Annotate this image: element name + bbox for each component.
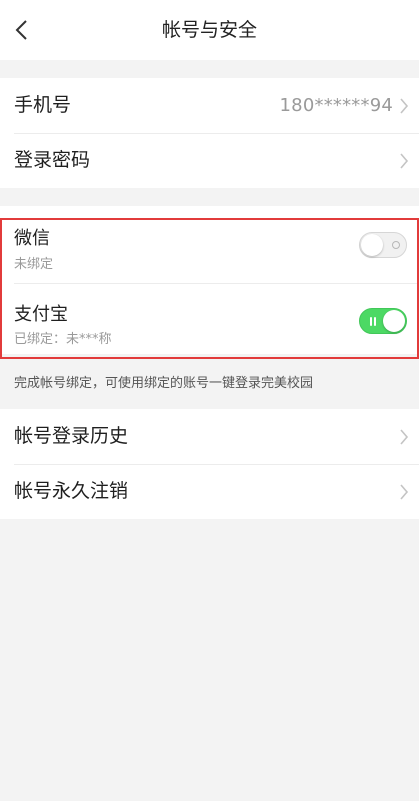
chevron-right-icon [400,484,409,500]
delete-account-row[interactable]: 帐号永久注销 [0,464,419,519]
password-row[interactable]: 登录密码 [0,133,419,188]
page-title: 帐号与安全 [161,19,257,41]
wechat-row: 微信 未绑定 [0,206,419,280]
wechat-toggle[interactable] [359,232,407,258]
login-history-row[interactable]: 帐号登录历史 [0,409,419,464]
chevron-right-icon [400,429,409,445]
alipay-status: 已绑定：未***称 [14,332,112,347]
phone-value: 180******94 [279,95,393,116]
phone-label: 手机号 [14,94,72,116]
alipay-label: 支付宝 [14,304,68,325]
alipay-toggle[interactable] [359,308,407,334]
toggle-knob [383,310,405,332]
chevron-right-icon [400,153,409,169]
on-mark-icon [374,317,376,326]
chevron-right-icon [400,98,409,114]
login-history-label: 帐号登录历史 [14,425,129,447]
delete-account-label: 帐号永久注销 [14,480,129,502]
binding-group: 微信 未绑定 支付宝 已绑定：未***称 [0,206,419,354]
phone-row[interactable]: 手机号 180******94 [0,78,419,133]
password-label: 登录密码 [14,149,91,171]
wechat-label: 微信 [14,228,50,249]
top-bar: 帐号与安全 [0,0,419,60]
wechat-status: 未绑定 [14,257,54,272]
toggle-knob [361,234,383,256]
history-group: 帐号登录历史 帐号永久注销 [0,409,419,519]
alipay-row: 支付宝 已绑定：未***称 [0,284,419,358]
off-mark-icon [392,241,400,249]
account-group: 手机号 180******94 登录密码 [0,78,419,188]
on-mark-icon [370,317,372,326]
binding-note: 完成帐号绑定，可使用绑定的账号一键登录完美校园 [14,376,314,391]
